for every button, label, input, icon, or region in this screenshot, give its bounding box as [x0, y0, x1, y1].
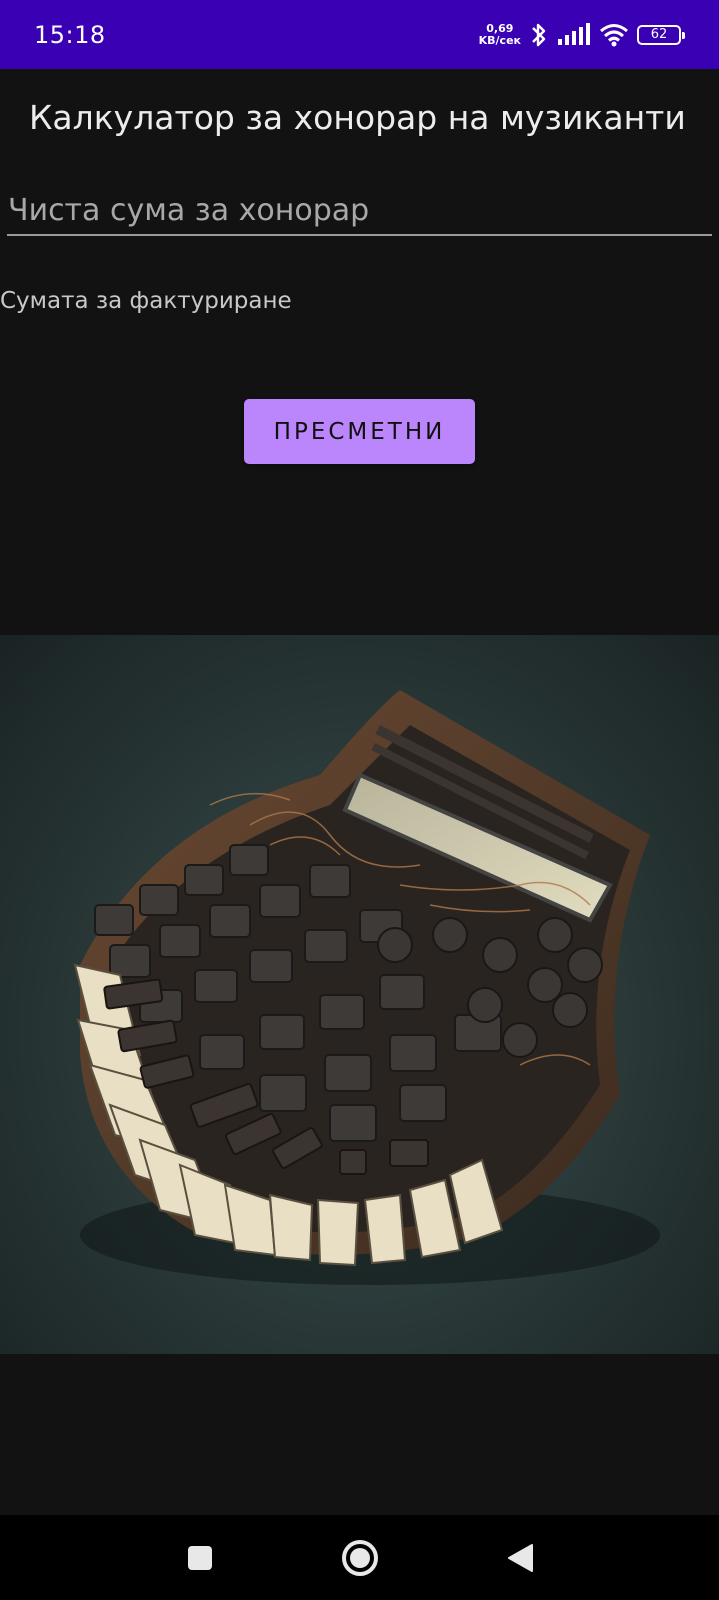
signal-icon [557, 22, 591, 47]
bluetooth-icon [529, 21, 549, 49]
net-fee-input[interactable] [7, 186, 712, 236]
home-circle-icon[interactable] [330, 1528, 390, 1588]
calculator-piano-image [0, 635, 719, 1354]
network-speed-unit: KB/сек [478, 33, 521, 47]
network-speed: 0,69 KB/сек [478, 21, 521, 47]
calculate-button[interactable]: ПРЕСМЕТНИ [244, 399, 475, 464]
wifi-icon [599, 23, 629, 47]
status-icons: 0,69 KB/сек 62 [479, 21, 685, 49]
recents-square-icon[interactable] [170, 1528, 230, 1588]
invoice-amount-label: Сумата за фактуриране [0, 288, 292, 314]
navigation-bar [0, 1515, 719, 1600]
status-time: 15:18 [34, 20, 106, 49]
status-bar: 15:18 0,69 KB/сек 62 [0, 0, 719, 69]
battery-icon: 62 [637, 24, 685, 45]
back-triangle-icon[interactable] [490, 1528, 550, 1588]
app-title: Калкулатор за хонорар на музиканти [29, 98, 686, 137]
network-speed-value: 0,69 [486, 21, 514, 35]
battery-level: 62 [650, 27, 668, 42]
